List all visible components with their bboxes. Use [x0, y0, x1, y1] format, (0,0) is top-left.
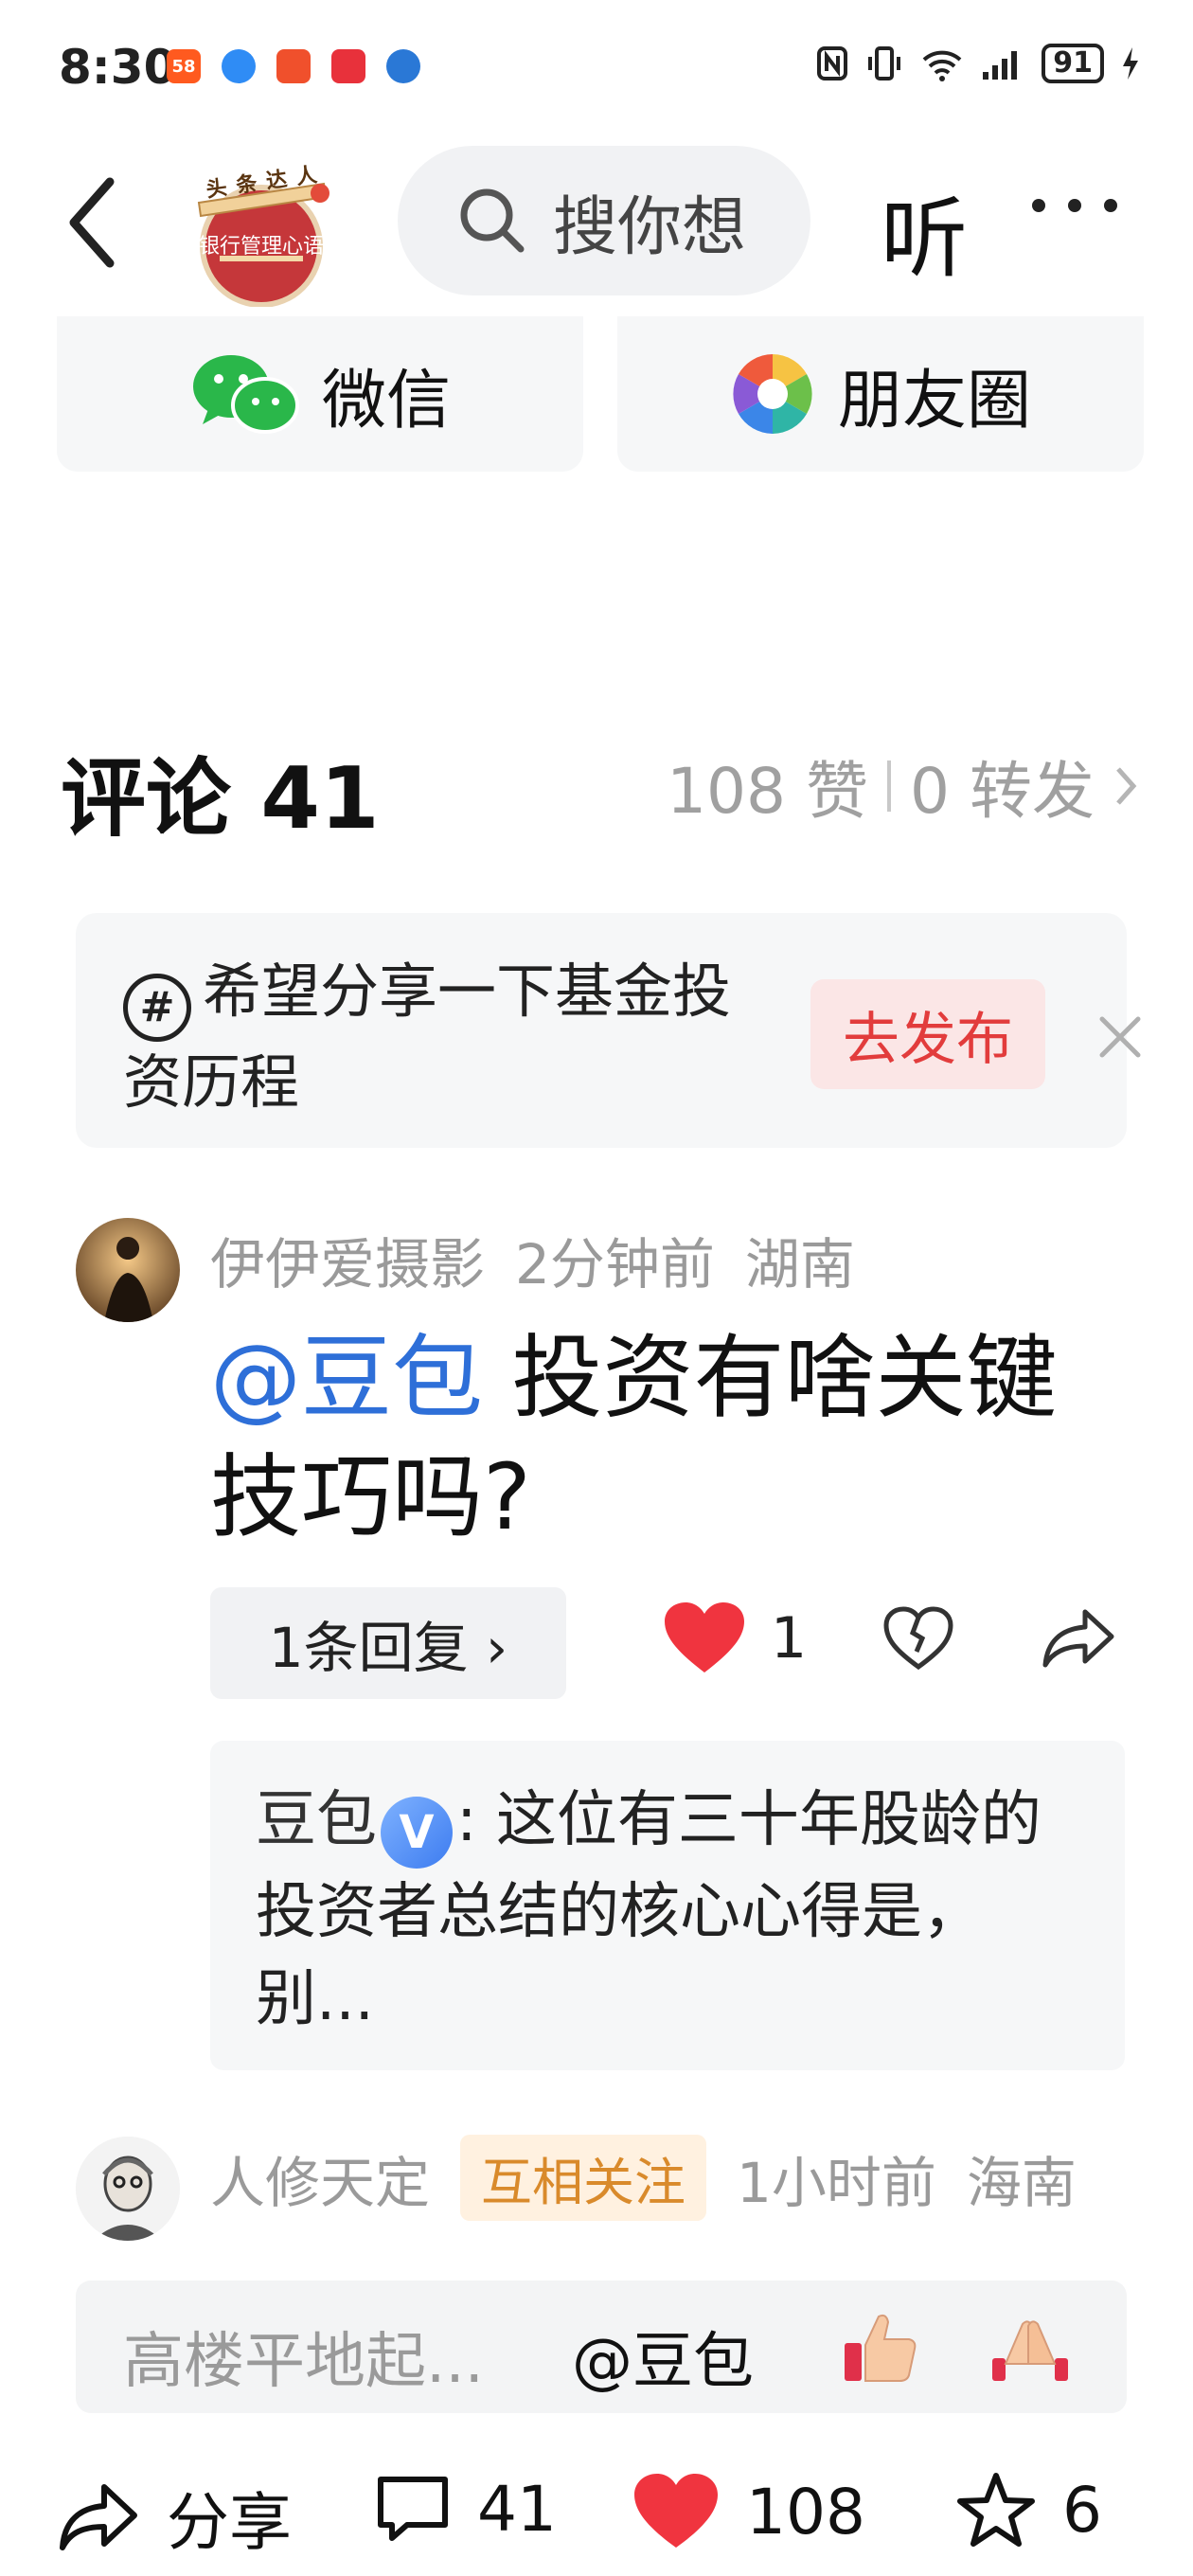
- topic-text: 希望分享一下基金投资历程: [123, 957, 732, 1117]
- more-icon[interactable]: [1032, 199, 1117, 212]
- clapping-emoji-icon[interactable]: [990, 2307, 1070, 2387]
- like-button[interactable]: 108: [632, 2472, 865, 2551]
- avatar-book-title: 银行管理心语: [198, 235, 324, 259]
- stats-divider: [887, 760, 892, 812]
- comment-meta: 伊伊爱摄影 2分钟前 湖南: [210, 1220, 855, 1299]
- close-icon[interactable]: [1096, 1013, 1144, 1061]
- ai-reply-preview[interactable]: 豆包 V: 这位有三十年股龄的投资者总结的核心心得是，别...: [210, 1741, 1125, 2070]
- charging-icon: [1123, 47, 1138, 80]
- share-button[interactable]: 分享: [59, 2472, 292, 2563]
- star-icon: [957, 2473, 1035, 2547]
- comment-time: 2分钟前: [515, 1232, 715, 1297]
- comment-like-count: 1: [771, 1605, 808, 1672]
- comment-author[interactable]: 人修天定: [210, 2138, 430, 2218]
- chevron-left-icon[interactable]: [61, 170, 127, 275]
- vibrate-icon: [868, 46, 901, 80]
- share-label: 分享: [167, 2486, 292, 2559]
- comment-time: 1小时前: [737, 2150, 936, 2215]
- status-app-icons: 58: [167, 49, 420, 83]
- wifi-icon: [922, 50, 962, 81]
- heart-filled-icon: [665, 1602, 744, 1673]
- comment-input-placeholder: 高楼平地起...: [123, 2327, 485, 2397]
- search-input[interactable]: 搜你想: [398, 146, 810, 295]
- share-arrow-icon[interactable]: [1042, 1604, 1117, 1671]
- favorite-count: 6: [1062, 2473, 1102, 2547]
- share-wechat-label: 微信: [321, 363, 451, 438]
- comment-author[interactable]: 伊伊爱摄影: [210, 1220, 485, 1299]
- wechat-icon: [192, 355, 299, 434]
- comments-stats[interactable]: 108 赞 0 转发: [667, 741, 1138, 832]
- topic-prompt: # 希望分享一下基金投资历程 去发布: [76, 913, 1141, 1148]
- share-moments-label: 朋友圈: [837, 363, 1031, 438]
- chevron-right-icon: [1116, 767, 1137, 805]
- browser-app-icon: [222, 49, 256, 83]
- share-wechat-button[interactable]: 微信: [57, 316, 583, 472]
- topic-text-wrap: # 希望分享一下基金投资历程: [123, 951, 767, 1123]
- 58-app-icon: 58: [167, 49, 201, 83]
- moments-icon: [732, 354, 812, 434]
- toutiao-app-icon: [276, 49, 311, 83]
- mutual-follow-badge: 互相关注: [460, 2135, 707, 2221]
- comment-text: @豆包 投资有啥关键技巧吗?: [210, 1318, 1138, 1557]
- status-bar: 8:30 58 91: [0, 0, 1193, 142]
- article-header: 银行管理心语 头条达人 搜你想 听: [0, 142, 1193, 308]
- comment-bubble-icon: [378, 2477, 448, 2541]
- comment-location: 湖南: [744, 1232, 855, 1297]
- comment-like-button[interactable]: 1: [663, 1601, 807, 1676]
- reposts-stat: 0 转发: [910, 755, 1095, 828]
- search-placeholder: 搜你想: [553, 189, 747, 265]
- share-icon: [60, 2484, 137, 2550]
- edge-app-icon: [386, 49, 420, 83]
- favorite-button[interactable]: 6: [956, 2472, 1102, 2548]
- thumbs-up-emoji-icon[interactable]: [841, 2307, 920, 2387]
- commenter-avatar[interactable]: [76, 1218, 180, 1322]
- dislike-broken-heart-icon[interactable]: [882, 1604, 954, 1671]
- search-icon: [460, 188, 525, 253]
- like-count: 108: [746, 2475, 865, 2549]
- publish-button[interactable]: 去发布: [810, 979, 1045, 1089]
- mention-doubao-button[interactable]: @豆包: [572, 2313, 754, 2400]
- heart-filled-icon: [634, 2474, 718, 2548]
- bottom-action-bar: 分享 41 108 6: [0, 2443, 1193, 2576]
- listen-button[interactable]: 听: [881, 169, 968, 295]
- comment-input[interactable]: 高楼平地起... @豆包: [76, 2281, 1127, 2413]
- comment-location: 海南: [966, 2150, 1077, 2215]
- comment-meta: 人修天定 互相关注 1小时前 海南: [210, 2135, 1077, 2221]
- comments-title: 评论 41: [61, 749, 380, 849]
- likes-stat: 108 赞: [667, 755, 869, 828]
- share-moments-button[interactable]: 朋友圈: [617, 316, 1144, 472]
- status-right: 91: [816, 44, 1140, 83]
- mention-link[interactable]: @豆包: [210, 1325, 483, 1431]
- battery-level: 91: [1042, 44, 1104, 83]
- ai-reply-author[interactable]: 豆包: [256, 1785, 377, 1855]
- commenter-avatar[interactable]: [76, 2137, 180, 2241]
- comment-button[interactable]: 41: [375, 2472, 557, 2546]
- nfc-icon: [817, 46, 848, 80]
- verified-v-icon: V: [381, 1797, 453, 1869]
- status-time: 8:30: [59, 40, 177, 95]
- video-app-icon: [331, 49, 365, 83]
- hashtag-icon: #: [123, 974, 191, 1042]
- comment-count: 41: [477, 2472, 557, 2546]
- view-replies-button[interactable]: 1条回复 ›: [210, 1587, 566, 1699]
- signal-icon: [983, 51, 1018, 80]
